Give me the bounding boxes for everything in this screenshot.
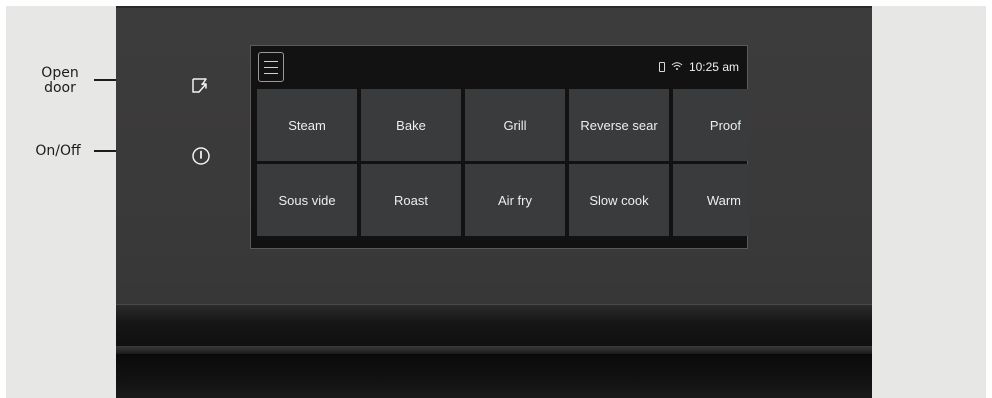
touchscreen-display: 10:25 am Steam Bake Grill Reverse sear P… <box>250 45 749 249</box>
open-door-label: Open door <box>41 65 79 96</box>
door-open-icon[interactable] <box>190 76 210 96</box>
mode-roast-tile[interactable]: Roast <box>361 164 461 236</box>
mode-bake-tile[interactable]: Bake <box>361 89 461 161</box>
oven-door-lower <box>116 354 872 398</box>
on-off-label: On/Off <box>35 143 81 159</box>
panel-top-edge <box>116 6 872 8</box>
wifi-icon <box>671 60 683 74</box>
mode-reverse-sear-tile[interactable]: Reverse sear <box>569 89 669 161</box>
mode-proof-tile[interactable]: Proof <box>673 89 749 161</box>
mode-warm-tile[interactable]: Warm <box>673 164 749 236</box>
phone-icon <box>658 62 665 72</box>
mode-sous-vide-tile[interactable]: Sous vide <box>257 164 357 236</box>
mode-slow-cook-tile[interactable]: Slow cook <box>569 164 669 236</box>
clock-time: 10:25 am <box>688 60 739 74</box>
mode-steam-tile[interactable]: Steam <box>257 89 357 161</box>
mode-air-fry-tile[interactable]: Air fry <box>465 164 565 236</box>
status-bar: 10:25 am <box>658 60 739 74</box>
cooking-mode-grid: Steam Bake Grill Reverse sear Proof Sous… <box>257 89 749 239</box>
oven-handle[interactable] <box>116 346 872 354</box>
hamburger-menu-icon[interactable] <box>258 52 284 82</box>
power-icon[interactable] <box>191 146 211 166</box>
mode-grill-tile[interactable]: Grill <box>465 89 565 161</box>
